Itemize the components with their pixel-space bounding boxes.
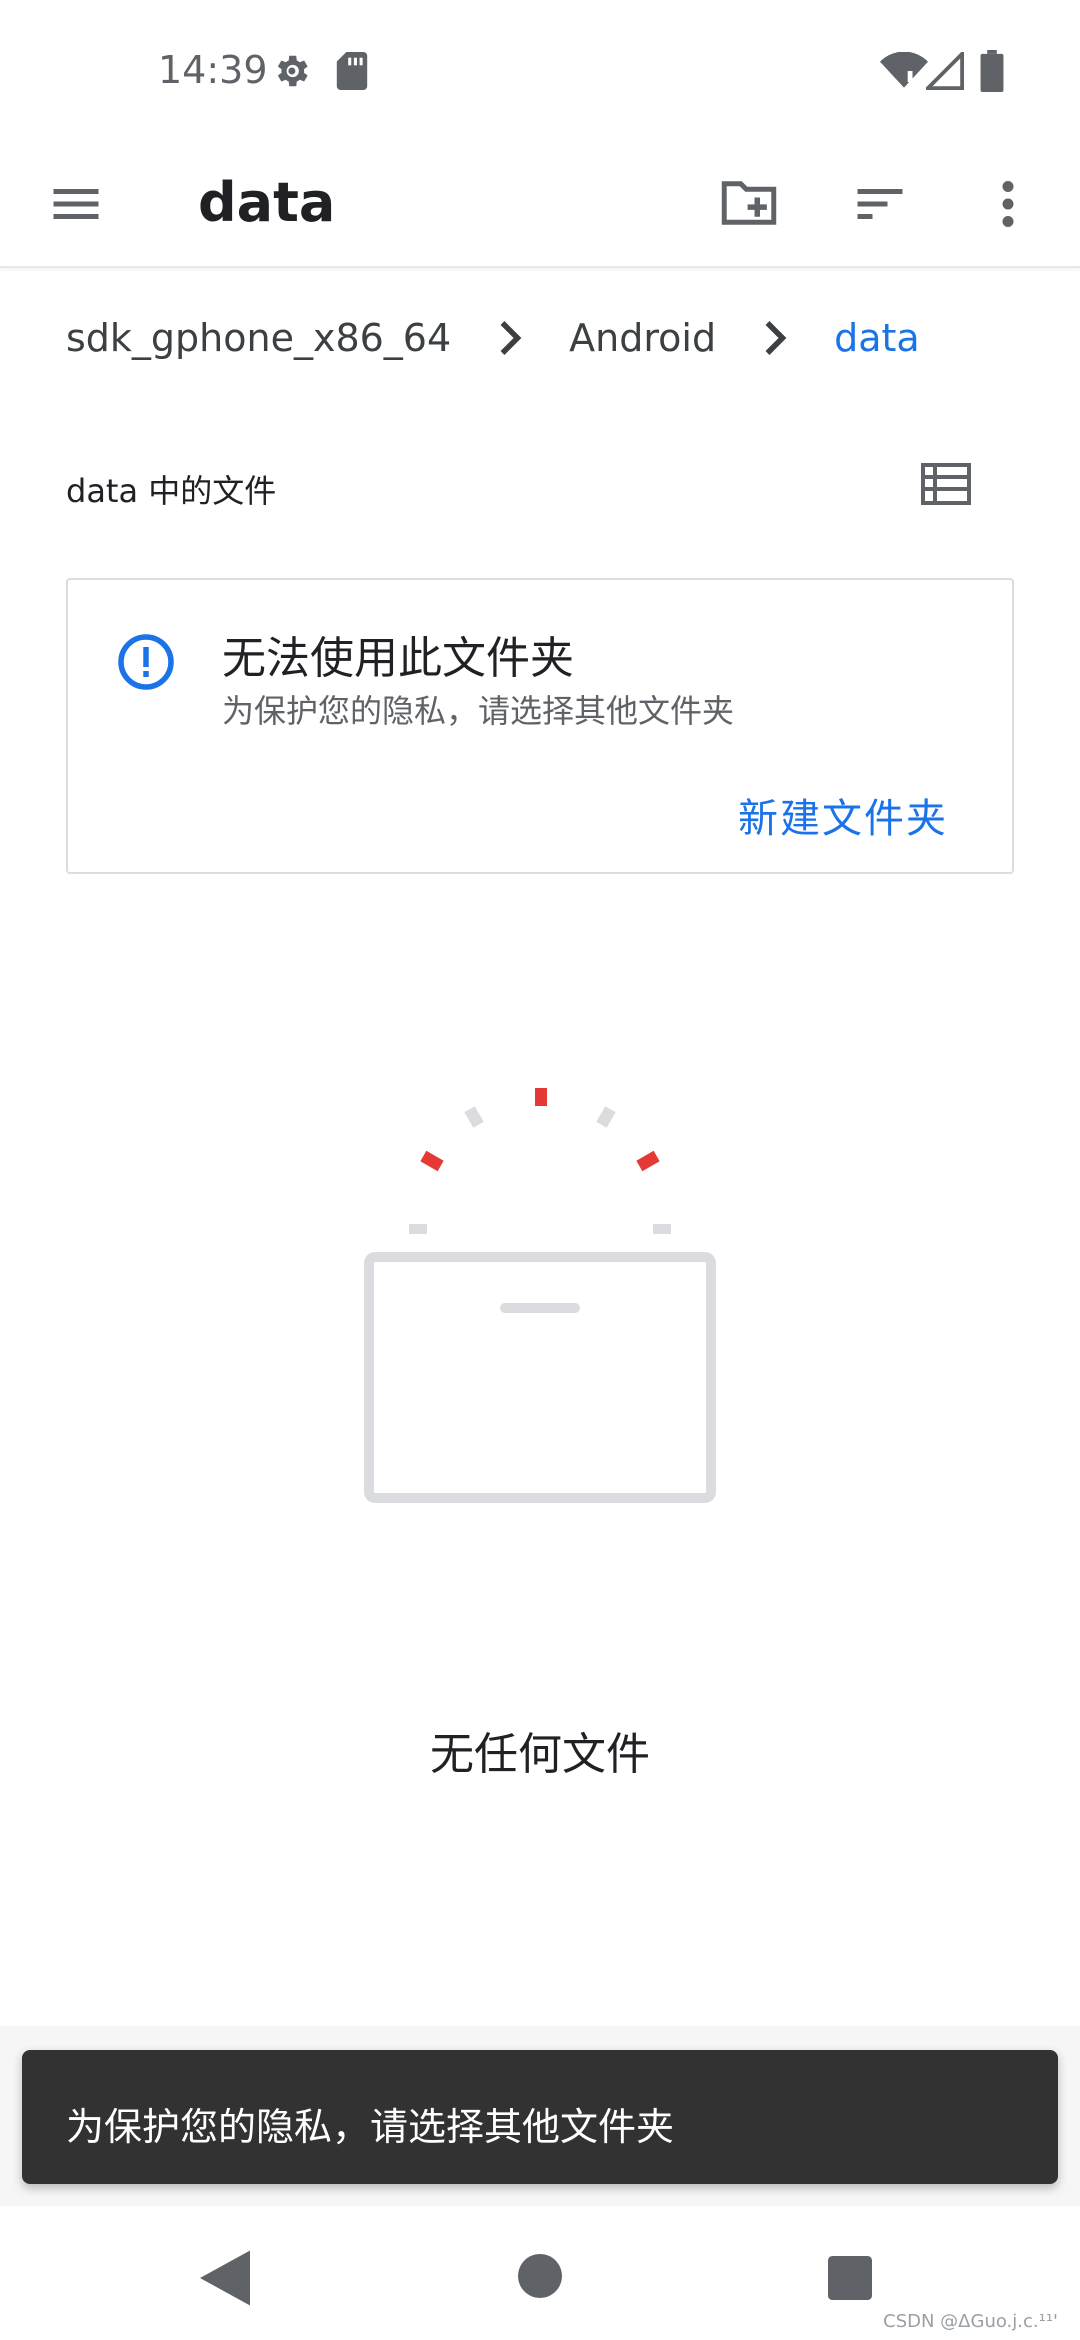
warning-card: 无法使用此文件夹 为保护您的隐私，请选择其他文件夹 新建文件夹 [66,578,1014,874]
more-vert-icon[interactable] [988,174,1028,234]
status-time: 14:39 [158,48,268,92]
warning-title: 无法使用此文件夹 [222,633,574,684]
gear-icon [277,55,308,87]
home-icon[interactable] [518,2254,562,2298]
breadcrumb-item-data[interactable]: data [834,316,920,360]
snackbar: 为保护您的隐私，请选择其他文件夹 [22,2050,1058,2184]
sd-card-icon [336,52,368,90]
new-folder-button[interactable]: 新建文件夹 [738,786,948,844]
app-bar: data [0,140,1080,268]
menu-icon[interactable] [46,174,106,234]
snackbar-text: 为保护您的隐私，请选择其他文件夹 [66,2105,675,2149]
chevron-right-icon [765,321,787,355]
breadcrumb: sdk_gphone_x86_64 Android data [66,308,920,368]
battery-icon [980,50,1004,92]
screen: 14:39 data sdk_gphone_x86_64 Android dat… [0,0,1080,2340]
empty-state-text: 无任何文件 [430,1729,650,1780]
warning-subtitle: 为保护您的隐私，请选择其他文件夹 [222,692,735,730]
status-bar: 14:39 [0,0,1080,140]
watermark: CSDN @ΔGuo.j.c.¹¹' [883,2311,1058,2332]
list-view-icon[interactable] [920,460,972,508]
sort-icon[interactable] [850,174,910,234]
breadcrumb-item-android[interactable]: Android [569,316,716,360]
breadcrumb-item-device[interactable]: sdk_gphone_x86_64 [66,316,451,360]
section-title: data 中的文件 [66,472,277,510]
page-title: data [198,171,336,234]
back-icon[interactable] [200,2250,250,2306]
wifi-icon [880,52,928,89]
new-folder-icon[interactable] [716,170,782,236]
empty-folder-illustration [364,1088,716,1503]
signal-icon [926,52,964,90]
navigation-bar: CSDN @ΔGuo.j.c.¹¹' [0,2206,1080,2340]
chevron-right-icon [500,321,522,355]
info-alert-icon [118,634,174,690]
recents-icon[interactable] [828,2256,872,2300]
